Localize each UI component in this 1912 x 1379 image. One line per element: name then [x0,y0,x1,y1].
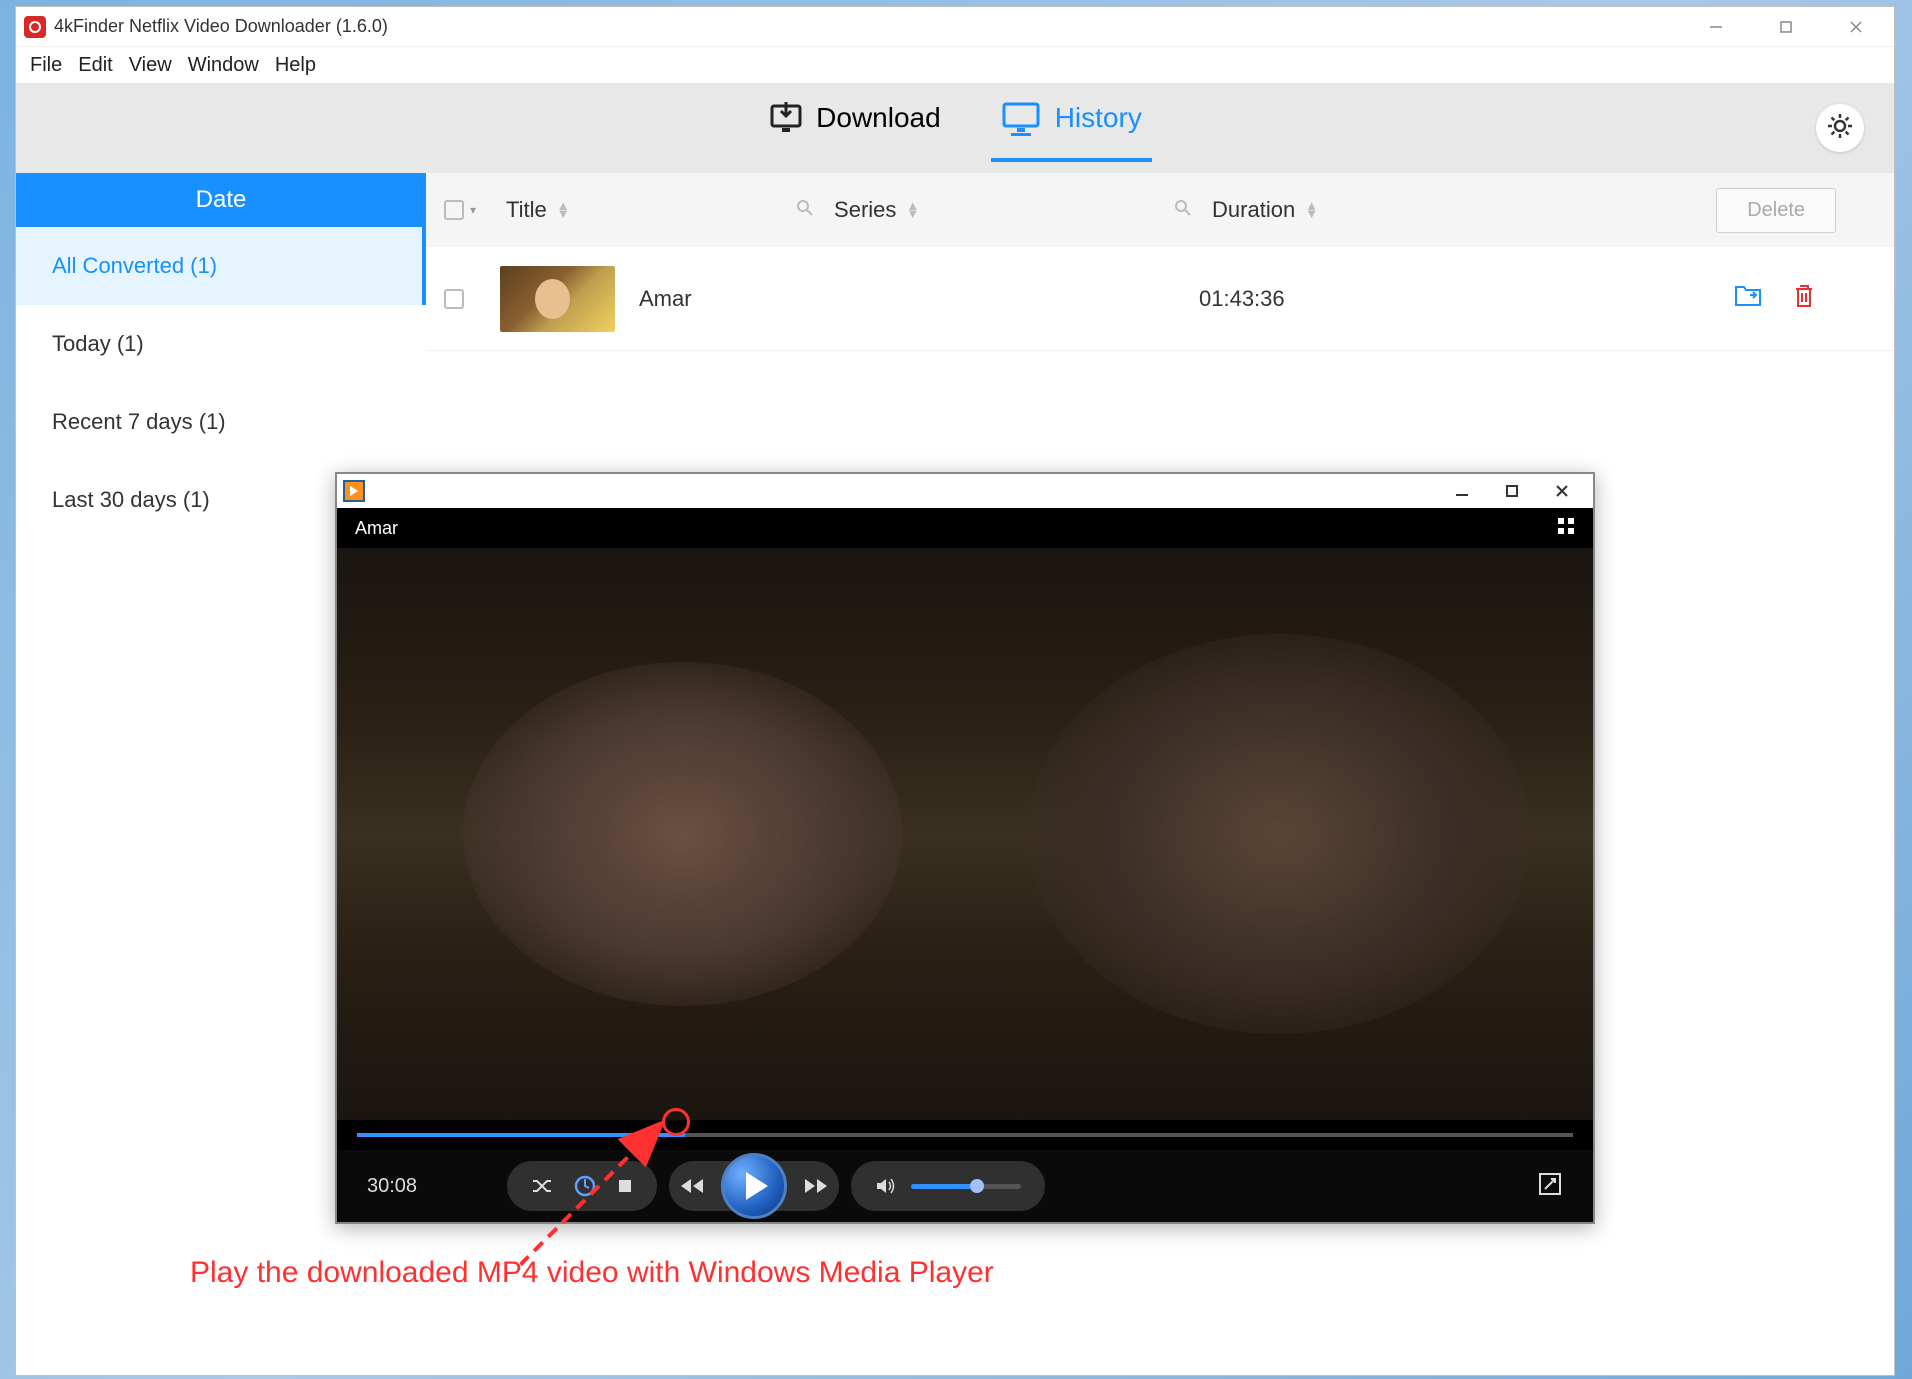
tab-history-label: History [1055,102,1142,134]
toolbar-tabs: Download History [768,100,1142,156]
trash-icon[interactable] [1792,283,1816,314]
titlebar-text: 4kFinder Netflix Video Downloader (1.6.0… [54,16,1696,37]
row-checkbox[interactable] [444,289,464,309]
tab-download[interactable]: Download [768,100,941,156]
sort-icon: ▲▼ [906,202,919,218]
wmp-icon [343,480,365,502]
player-header: Amar [337,508,1593,548]
sidebar-item-all-converted[interactable]: All Converted (1) [16,227,426,305]
annotation-text: Play the downloaded MP4 video with Windo… [190,1256,994,1290]
control-group-center [669,1161,839,1211]
annotation-circle [662,1108,690,1136]
sort-icon: ▲▼ [1305,202,1318,218]
select-all-checkbox[interactable] [444,200,464,220]
sidebar-header: Date [16,173,426,227]
fullscreen-button[interactable] [1537,1171,1563,1202]
menu-file[interactable]: File [30,54,62,77]
sidebar-item-label: Last 30 days (1) [52,487,210,513]
column-title-label: Title [506,197,547,223]
progress-fill [357,1133,685,1137]
play-button[interactable] [721,1153,787,1219]
volume-icon[interactable] [875,1176,897,1196]
volume-slider[interactable] [911,1184,1021,1189]
sort-icon: ▲▼ [557,202,570,218]
menu-view[interactable]: View [129,54,172,77]
control-group-volume [851,1161,1045,1211]
player-minimize-button[interactable] [1437,476,1487,506]
table-header: ▾ Title ▲▼ Series ▲▼ Duration ▲▼ [426,173,1894,247]
menu-window[interactable]: Window [188,54,259,77]
history-icon [1001,100,1043,136]
media-player-window: Amar 30:08 [335,472,1595,1224]
sidebar-item-label: All Converted (1) [52,253,217,279]
gear-icon [1825,111,1855,146]
app-icon [24,16,46,38]
window-controls [1696,12,1886,42]
column-duration-label: Duration [1212,197,1295,223]
tab-history[interactable]: History [1001,100,1142,156]
progress-slider[interactable] [357,1133,1573,1137]
menu-help[interactable]: Help [275,54,316,77]
time-display: 30:08 [367,1175,507,1198]
column-series[interactable]: Series ▲▼ [834,197,1174,223]
volume-fill [911,1184,977,1189]
toolbar: Download History [16,83,1894,173]
player-close-button[interactable] [1537,476,1587,506]
maximize-button[interactable] [1766,12,1806,42]
row-title: Amar [639,286,859,312]
search-icon[interactable] [796,199,814,222]
download-icon [768,100,804,136]
player-controls: 30:08 [337,1150,1593,1222]
minimize-button[interactable] [1696,12,1736,42]
menu-edit[interactable]: Edit [78,54,112,77]
sidebar-item-today[interactable]: Today (1) [16,305,426,383]
previous-button[interactable] [679,1177,705,1195]
video-thumbnail[interactable] [500,266,615,332]
player-maximize-button[interactable] [1487,476,1537,506]
repeat-button[interactable] [573,1174,597,1198]
volume-handle [970,1179,984,1193]
shuffle-button[interactable] [531,1176,553,1196]
control-group-left [507,1161,657,1211]
player-video-area[interactable] [337,548,1593,1120]
settings-button[interactable] [1816,104,1864,152]
player-progress-area [337,1120,1593,1150]
menubar: File Edit View Window Help [16,47,1894,83]
stop-button[interactable] [617,1178,633,1194]
search-icon[interactable] [1174,199,1192,222]
sidebar-item-label: Recent 7 days (1) [52,409,226,435]
chevron-down-icon[interactable]: ▾ [470,203,476,217]
sidebar-item-label: Today (1) [52,331,144,357]
row-actions [1734,283,1816,314]
tab-download-label: Download [816,102,941,134]
sidebar-item-recent-7-days[interactable]: Recent 7 days (1) [16,383,426,461]
player-title: Amar [355,518,398,539]
view-mode-icon[interactable] [1557,517,1575,540]
row-duration: 01:43:36 [1199,286,1519,312]
play-icon [746,1172,768,1200]
open-folder-icon[interactable] [1734,283,1762,314]
column-duration[interactable]: Duration ▲▼ [1212,197,1532,223]
delete-button[interactable]: Delete [1716,188,1836,233]
column-series-label: Series [834,197,896,223]
column-title[interactable]: Title ▲▼ [506,197,796,223]
titlebar: 4kFinder Netflix Video Downloader (1.6.0… [16,7,1894,47]
close-button[interactable] [1836,12,1876,42]
table-row: Amar 01:43:36 [426,247,1894,351]
next-button[interactable] [803,1177,829,1195]
player-titlebar[interactable] [337,474,1593,508]
